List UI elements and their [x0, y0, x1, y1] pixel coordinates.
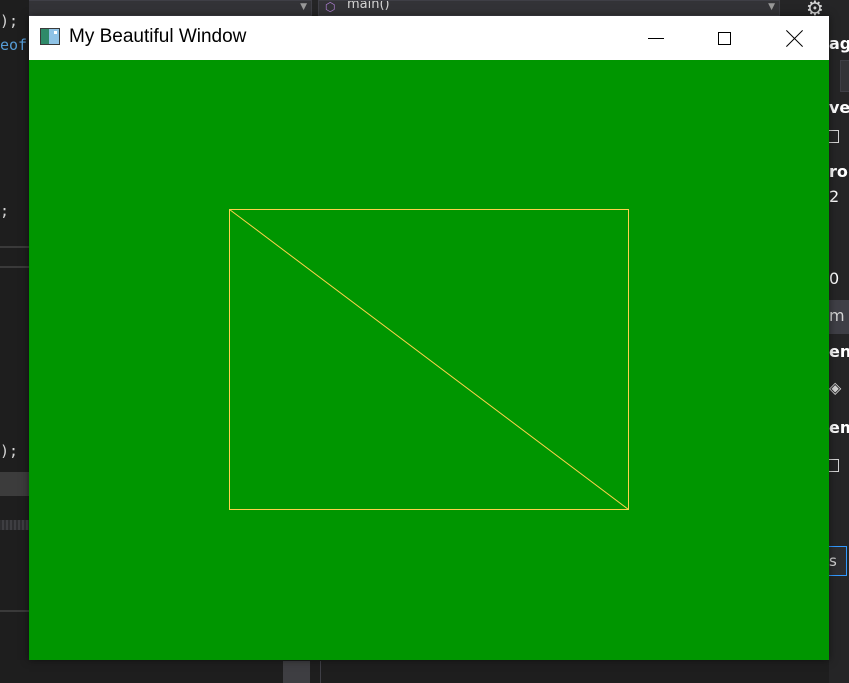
panel-value: 0 — [829, 269, 840, 288]
panel-button[interactable]: s — [829, 546, 847, 576]
panel-field[interactable] — [840, 60, 849, 92]
editor-divider — [0, 610, 29, 612]
scrollbar-thumb[interactable] — [283, 661, 310, 683]
code-editor-strip[interactable]: ); eof ; ); — [0, 0, 29, 683]
close-button[interactable] — [771, 16, 817, 60]
close-icon — [786, 30, 803, 47]
app-window-icon — [40, 28, 60, 45]
panel-label: ent — [829, 342, 849, 361]
minimize-button[interactable] — [633, 16, 679, 60]
panel-label: ro — [829, 162, 848, 181]
scope-dropdown[interactable]: e) ▼ — [0, 0, 312, 16]
panel-checkbox[interactable] — [829, 130, 839, 143]
code-line: ); — [0, 12, 19, 30]
ide-navigation-bar: e) ▼ ⬡ main() ▼ ⚙ — [0, 0, 849, 20]
panel-checkbox[interactable] — [829, 459, 839, 472]
panel-label: ag — [829, 34, 849, 53]
pane-divider — [320, 661, 321, 683]
editor-divider — [0, 266, 29, 268]
code-line: ); — [0, 442, 19, 460]
canvas-drawing — [229, 209, 629, 510]
title-bar[interactable]: My Beautiful Window — [29, 16, 829, 60]
chevron-down-icon: ▼ — [300, 2, 307, 12]
function-dropdown-label: main() — [347, 0, 390, 12]
panel-button-label: s — [829, 552, 837, 570]
maximize-icon — [717, 31, 731, 45]
drawing-canvas[interactable] — [29, 60, 829, 660]
panel-label: ve — [829, 98, 849, 117]
diamond-icon: ◈ — [829, 378, 842, 397]
splitter-grip[interactable] — [0, 520, 29, 530]
maximize-button[interactable] — [701, 16, 747, 60]
current-line-highlight — [0, 472, 29, 496]
function-dropdown[interactable]: ⬡ main() ▼ — [318, 0, 780, 16]
diagonal-line — [229, 209, 629, 510]
code-line: ; — [0, 202, 10, 220]
properties-panel: ag ve ro 2 0 m ent ◈ em s — [829, 16, 849, 683]
code-line: eof — [0, 36, 28, 54]
function-cube-icon: ⬡ — [325, 0, 336, 14]
minimize-icon — [648, 37, 664, 39]
panel-value: 2 — [829, 187, 840, 206]
editor-divider — [0, 246, 29, 248]
chevron-down-icon: ▼ — [768, 2, 775, 12]
window-title: My Beautiful Window — [69, 26, 247, 47]
panel-label: m — [829, 306, 845, 325]
panel-label: em — [829, 418, 849, 437]
app-window[interactable]: My Beautiful Window — [29, 16, 829, 660]
